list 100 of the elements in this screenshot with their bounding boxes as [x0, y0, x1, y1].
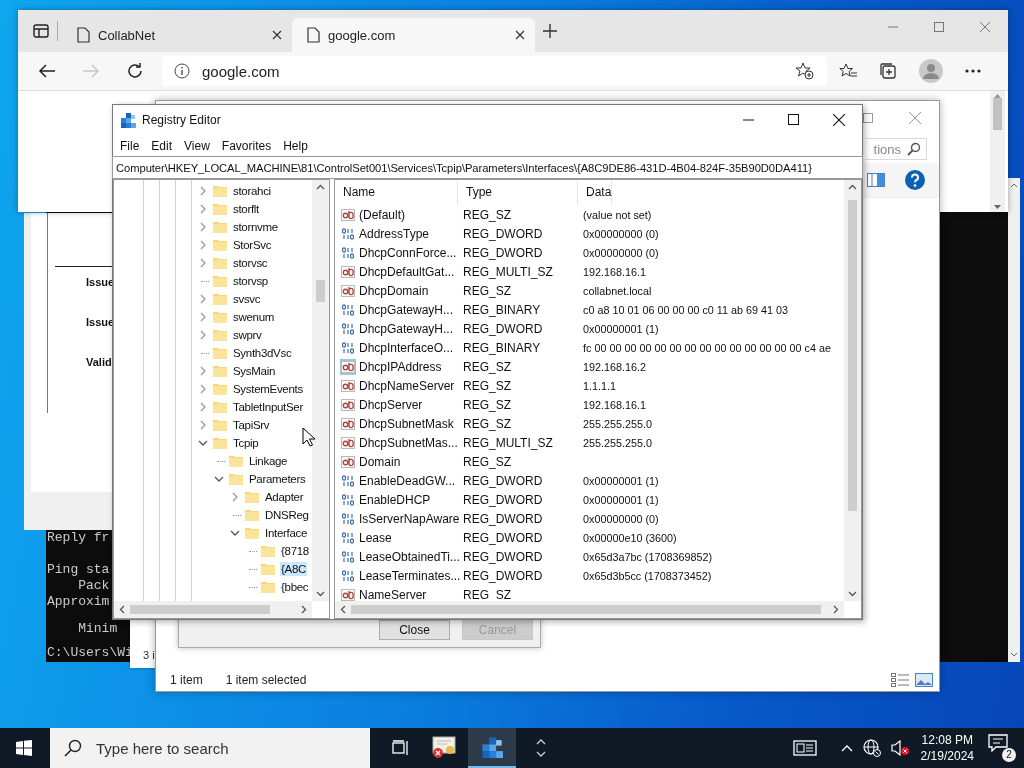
chevron-right-icon[interactable]	[198, 294, 208, 304]
value-name[interactable]: DhcpGatewayH...	[359, 321, 454, 336]
chevron-right-icon[interactable]	[198, 222, 208, 232]
value-name[interactable]: DhcpNameServer	[359, 378, 455, 393]
close-icon[interactable]	[272, 30, 282, 40]
browser-tab[interactable]: google.com	[292, 18, 535, 52]
value-name[interactable]: DhcpSubnetMask	[359, 416, 454, 431]
add-favorite-icon[interactable]	[795, 62, 815, 80]
search-field[interactable]: Type here to search	[50, 728, 370, 768]
more-icon[interactable]	[965, 69, 981, 73]
tree-item[interactable]: DNSReg	[264, 508, 310, 522]
column-header[interactable]: Type	[458, 180, 578, 205]
tree-item[interactable]: SysMain	[232, 364, 276, 378]
windows-start-icon[interactable]	[16, 740, 32, 756]
scroll-down-icon[interactable]	[994, 205, 1001, 209]
scroll-down-icon[interactable]	[316, 591, 325, 597]
chevron-right-icon[interactable]	[230, 492, 240, 502]
preview-pane-icon[interactable]	[867, 173, 885, 187]
back-icon[interactable]	[38, 63, 56, 79]
scroll-up-icon[interactable]	[848, 184, 857, 190]
chevron-up-icon[interactable]	[840, 744, 853, 752]
dialog-button[interactable]: Close	[379, 620, 450, 640]
maximize-icon[interactable]	[788, 114, 799, 125]
scroll-down-icon[interactable]	[848, 591, 857, 597]
tree-item[interactable]: Adapter	[264, 490, 305, 504]
value-name[interactable]: Domain	[359, 454, 401, 469]
address-field[interactable]: google.com	[162, 56, 827, 86]
chevron-right-icon[interactable]	[198, 312, 208, 322]
menu-item[interactable]: Edit	[145, 136, 179, 155]
tree-item[interactable]: Linkage	[248, 454, 289, 468]
value-name[interactable]: DhcpDomain	[359, 283, 429, 298]
tree-item[interactable]: stornvme	[232, 220, 279, 234]
speaker-muted-icon[interactable]	[890, 740, 909, 756]
value-name[interactable]: LeaseTerminates...	[359, 568, 461, 583]
tree-item[interactable]: Synth3dVsc	[232, 346, 293, 360]
scroll-thumb[interactable]	[993, 98, 1002, 130]
large-icons-view-icon[interactable]	[915, 673, 933, 687]
tree-item[interactable]: {bbec	[280, 580, 310, 594]
tree-item[interactable]: StorSvc	[232, 238, 273, 252]
new-tab-icon[interactable]	[543, 24, 557, 38]
menu-item[interactable]: View	[178, 136, 216, 155]
tree-item[interactable]: Interface	[264, 526, 309, 540]
value-name[interactable]: LeaseObtainedTi...	[359, 549, 460, 564]
menu-item[interactable]: File	[114, 136, 146, 155]
column-header[interactable]: Data	[578, 180, 613, 205]
collections-icon[interactable]	[879, 62, 897, 80]
favorites-icon[interactable]	[839, 63, 857, 79]
value-name[interactable]: DhcpServer	[359, 397, 423, 412]
chevron-right-icon[interactable]	[198, 258, 208, 268]
scrollbar[interactable]	[312, 180, 329, 601]
value-name[interactable]: (Default)	[359, 207, 405, 222]
scrollbar[interactable]	[844, 180, 861, 601]
details-view-icon[interactable]	[891, 673, 909, 687]
column-header[interactable]: Name	[335, 180, 458, 205]
close-icon[interactable]	[515, 30, 525, 40]
menu-item[interactable]: Help	[277, 136, 314, 155]
clock-date[interactable]: 2/19/2024	[920, 748, 974, 764]
browser-tab[interactable]: CollabNet	[62, 18, 292, 52]
chevron-down-icon[interactable]	[214, 474, 224, 484]
address-bar[interactable]: Computer\HKEY_LOCAL_MACHINE\81\ControlSet001\Services\Tcpip\Parameters\Interfaces\{A8C9DE86-431D-4B04-824F-35B90D0DA411}	[112, 156, 863, 179]
tree-item[interactable]: SystemEvents	[232, 382, 304, 396]
tree-item[interactable]: swenum	[232, 310, 276, 324]
globe-icon[interactable]	[862, 739, 881, 757]
scrollbar[interactable]	[1008, 178, 1020, 662]
value-name[interactable]: Lease	[359, 530, 392, 545]
chevron-right-icon[interactable]	[198, 402, 208, 412]
value-name[interactable]: DhcpIPAddress	[359, 359, 442, 374]
tree-item[interactable]: Parameters	[248, 472, 307, 486]
tree-item[interactable]: storflt	[232, 202, 260, 216]
value-name[interactable]: EnableDHCP	[359, 492, 431, 507]
value-name[interactable]: DhcpInterfaceO...	[359, 340, 454, 355]
value-name[interactable]: AddressType	[359, 226, 430, 241]
chevron-down-icon[interactable]	[230, 528, 240, 538]
scroll-right-icon[interactable]	[833, 605, 839, 614]
refresh-icon[interactable]	[126, 62, 144, 80]
value-name[interactable]: EnableDeadGW...	[359, 473, 456, 488]
chevron-right-icon[interactable]	[198, 384, 208, 394]
notification-icon[interactable]	[988, 734, 1008, 752]
chevron-right-icon[interactable]	[198, 330, 208, 340]
chevron-right-icon[interactable]	[198, 240, 208, 250]
scroll-up-icon[interactable]	[1010, 182, 1018, 188]
chevron-down-icon[interactable]	[198, 438, 208, 448]
value-name[interactable]: DhcpSubnetMas...	[359, 435, 458, 450]
value-name[interactable]: DhcpDefaultGat...	[359, 264, 455, 279]
tree-item[interactable]: storvsc	[232, 256, 269, 270]
scroll-down-icon[interactable]	[1010, 652, 1018, 658]
scroll-thumb[interactable]	[316, 279, 325, 302]
tree-item[interactable]: {8718	[280, 544, 310, 558]
close-icon[interactable]	[833, 114, 845, 126]
tree-item[interactable]: TapiSrv	[232, 418, 271, 432]
value-name[interactable]: DhcpGatewayH...	[359, 302, 454, 317]
scroll-left-icon[interactable]	[340, 605, 346, 614]
scroll-thumb[interactable]	[351, 605, 821, 614]
scroll-up-icon[interactable]	[316, 184, 325, 190]
task-view-icon[interactable]	[392, 740, 410, 756]
tree-item[interactable]: storvsp	[232, 274, 269, 288]
tree-item[interactable]: Tcpip	[232, 436, 260, 450]
tree-item[interactable]: TabletInputSer	[232, 400, 304, 414]
chevron-right-icon[interactable]	[198, 420, 208, 430]
chevron-right-icon[interactable]	[198, 204, 208, 214]
